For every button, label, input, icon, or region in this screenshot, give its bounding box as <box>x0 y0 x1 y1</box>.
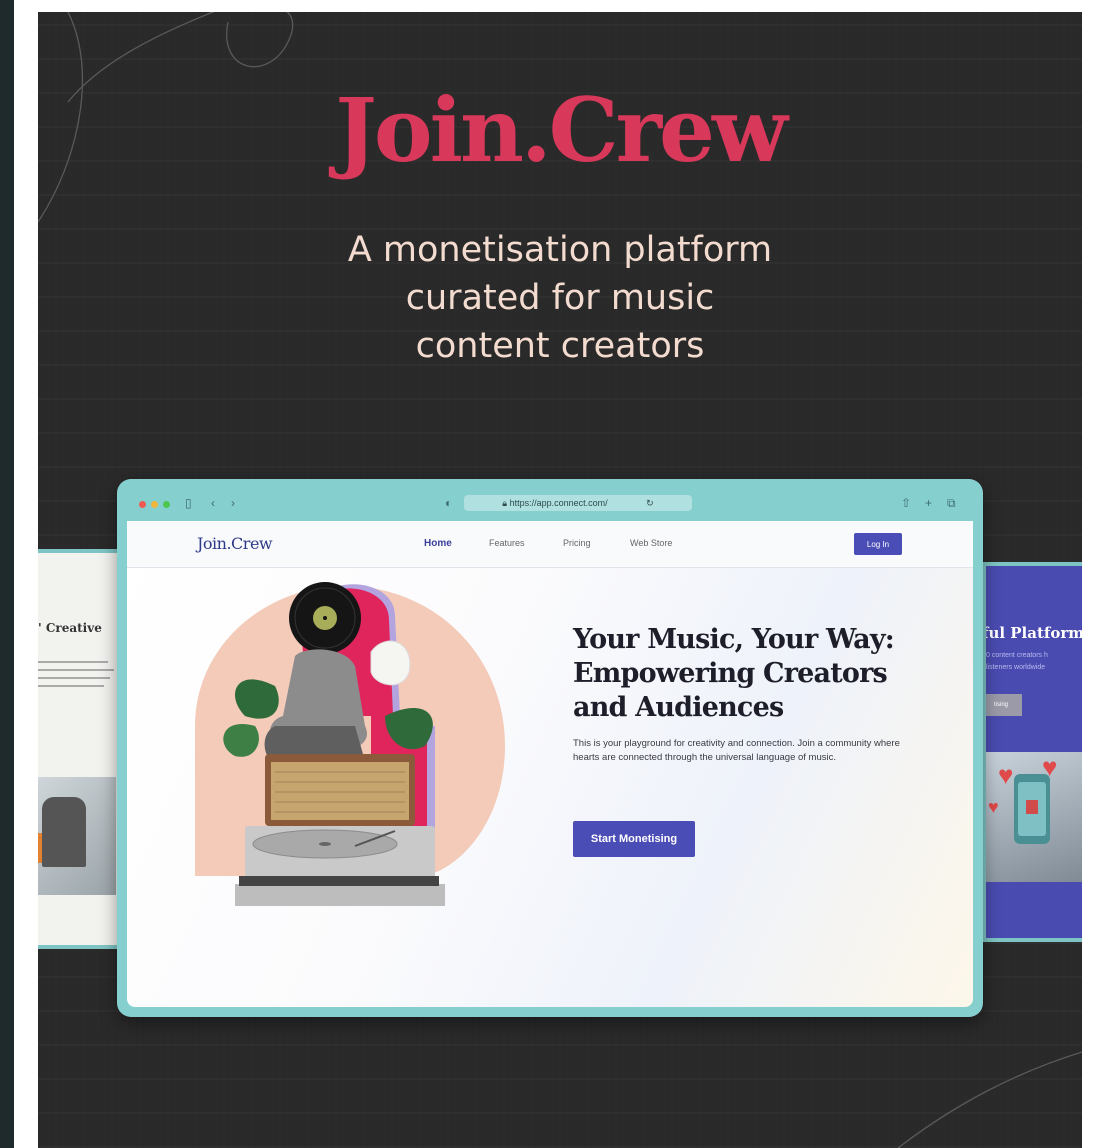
nav-web-store[interactable]: Web Store <box>630 538 672 548</box>
site-navbar: Join.Crew Home Features Pricing Web Stor… <box>127 521 973 568</box>
ghost-right-image: ♥ ♥ ♥ <box>986 752 1082 882</box>
ghost-right-line-2: listeners worldwide <box>986 664 1046 671</box>
ghost-left-text-lines <box>38 661 118 705</box>
heart-icon: ♥ <box>988 797 999 817</box>
address-bar[interactable]: 🔒︎ https://app.connect.com/ ↻ <box>464 495 692 511</box>
hero-description: This is your playground for creativity a… <box>573 738 900 763</box>
url-text: https://app.connect.com/ <box>509 498 608 508</box>
tagline: A monetisation platform curated for musi… <box>38 226 1082 370</box>
share-icon[interactable]: ⇧ <box>901 495 911 511</box>
ghost-left-figure <box>42 797 86 867</box>
brand-title: Join.Crew <box>335 78 788 182</box>
heart-icon: ♥ <box>1042 752 1058 782</box>
minimize-dot-icon[interactable] <box>151 501 158 508</box>
nav-features[interactable]: Features <box>489 538 525 548</box>
sidebar-icon[interactable]: ▯ <box>185 495 192 511</box>
back-icon[interactable]: ‹ <box>211 495 215 511</box>
reload-icon[interactable]: ↻ <box>646 498 654 508</box>
left-edge-strip <box>0 0 14 1148</box>
hero-collage-image <box>195 582 505 906</box>
ghost-left-image <box>38 777 116 895</box>
ghost-left-title: ' Creative <box>38 621 102 635</box>
ghost-right-button: tising <box>986 694 1022 716</box>
web-page: Join.Crew Home Features Pricing Web Stor… <box>127 521 973 1007</box>
browser-window: ▯ ‹ › ◐ 🔒︎ https://app.connect.com/ ↻ ⇧ … <box>117 479 983 1017</box>
ghost-right-line-1: 0 content creators h <box>986 652 1048 659</box>
hero-title: Your Music, Your Way: Empowering Creator… <box>573 624 895 723</box>
privacy-shield-icon[interactable]: ◐ <box>445 495 452 511</box>
ghost-right-title: ful Platform, <box>982 624 1082 642</box>
nav-home[interactable]: Home <box>424 538 452 549</box>
nav-pricing[interactable]: Pricing <box>563 538 591 548</box>
close-dot-icon[interactable] <box>139 501 146 508</box>
new-tab-icon[interactable]: + <box>925 495 932 511</box>
heart-icon: ♥ <box>998 760 1014 790</box>
forward-icon[interactable]: › <box>231 495 235 511</box>
tabs-overview-icon[interactable]: ⧉ <box>947 495 956 511</box>
browser-toolbar: ▯ ‹ › ◐ 🔒︎ https://app.connect.com/ ↻ ⇧ … <box>129 489 971 519</box>
ghost-left-placeholder-lines <box>38 661 114 687</box>
ghost-panel-right: ful Platform, 0 content creators h liste… <box>982 562 1082 942</box>
ghost-right-text: 0 content creators h listeners worldwide <box>986 650 1082 674</box>
tagline-line-3: content creators <box>415 326 705 366</box>
site-logo[interactable]: Join.Crew <box>197 534 273 553</box>
tagline-line-2: curated for music <box>405 278 715 318</box>
tagline-line-1: A monetisation platform <box>347 230 773 270</box>
start-monetising-button[interactable]: Start Monetising <box>573 821 695 857</box>
lock-icon: 🔒︎ <box>502 498 510 508</box>
maximize-dot-icon[interactable] <box>163 501 170 508</box>
login-button[interactable]: Log In <box>854 533 902 555</box>
